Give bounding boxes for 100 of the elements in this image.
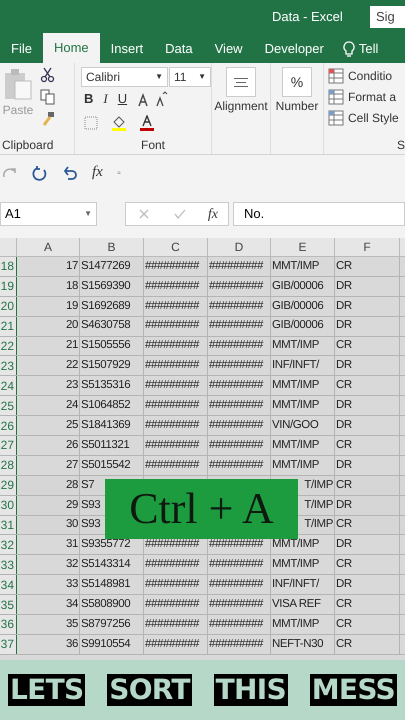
sign-in-button[interactable]: Sig (370, 6, 405, 28)
insert-function-button[interactable]: fx (92, 161, 103, 184)
table-cell-text: 21 (66, 338, 78, 354)
table-cell-text: MMT/IMP (272, 258, 320, 274)
row-header[interactable]: 21 (0, 316, 17, 336)
column-header[interactable]: C (144, 238, 208, 256)
row-header[interactable]: 22 (0, 336, 17, 356)
scissors-icon[interactable] (40, 67, 56, 83)
table-cell-text: ######### (209, 358, 263, 374)
ribbon-tab[interactable]: Insert (100, 35, 154, 63)
row-header[interactable]: 33 (0, 555, 17, 574)
italic-button[interactable]: I (103, 89, 108, 109)
font-color-icon[interactable] (139, 115, 155, 131)
row-header[interactable]: 26 (0, 416, 17, 436)
table-cell-text: GIB/00006 (272, 298, 324, 314)
row-header[interactable]: 20 (0, 296, 17, 316)
row-header[interactable]: 25 (0, 396, 17, 416)
group-label: Font (141, 137, 166, 154)
table-cell-text: ######### (145, 338, 199, 354)
table-cell-text: S9355772 (81, 537, 130, 552)
tell-me-button[interactable]: Tell (334, 35, 386, 63)
table-cell-text: MMT/IMP (272, 458, 320, 473)
underline-button[interactable]: U (118, 89, 128, 109)
bold-button[interactable]: B (84, 89, 94, 109)
table-cell-text: CR (336, 258, 352, 274)
table-cell-text: ######### (209, 278, 263, 294)
ribbon-tab[interactable]: Home (42, 33, 100, 63)
table-cell-text: CR (336, 438, 352, 453)
row-header[interactable]: 37 (0, 634, 17, 654)
row-header[interactable]: 18 (0, 257, 17, 276)
refresh-icon[interactable] (32, 164, 48, 180)
table-cell-text: MMT/IMP (272, 537, 320, 552)
table-cell-text: ######### (145, 577, 199, 592)
row-header[interactable]: 36 (0, 615, 17, 634)
number-button[interactable]: % Number (276, 67, 318, 115)
column-header[interactable]: B (80, 238, 144, 256)
ribbon-tab[interactable]: File (0, 35, 43, 63)
column-header[interactable]: E (271, 238, 335, 256)
name-box[interactable]: A1 ▼ (0, 202, 97, 226)
table-cell-text: S1064852 (81, 398, 130, 414)
table-cell-text: 22 (66, 358, 78, 374)
table-cell-text: NEFT-N30 (272, 636, 324, 652)
table-cell-text: MMT/IMP (272, 378, 320, 394)
table-cell-text: ######### (145, 378, 199, 394)
table-cell-text: ######### (145, 438, 199, 453)
table-cell-text: CR (336, 378, 352, 394)
alignment-button[interactable]: Alignment (214, 67, 268, 115)
table-cell-text: 19 (66, 298, 78, 314)
font-name-field[interactable]: Calibri ▼ (81, 67, 168, 87)
column-header[interactable]: F (335, 238, 400, 256)
insert-function-button[interactable]: fx (208, 204, 218, 224)
row-header[interactable]: 24 (0, 376, 17, 396)
row-header[interactable]: 34 (0, 575, 17, 594)
table-cell-text: ######### (209, 418, 263, 433)
ribbon-tab[interactable]: Developer (254, 35, 335, 63)
copy-icon[interactable] (40, 89, 56, 105)
row-header[interactable]: 32 (0, 535, 17, 554)
ribbon-tab[interactable]: Data (154, 35, 204, 63)
styles-button[interactable]: Format a (328, 88, 405, 106)
table-cell-text: 25 (66, 418, 78, 433)
row-header[interactable]: 29 (0, 476, 17, 495)
table-cell-text: INF/INFT/ (272, 577, 319, 592)
styles-button[interactable]: Cell Style (328, 109, 405, 127)
table-cell-text: ######### (209, 338, 263, 354)
styles-button[interactable]: Conditio (328, 67, 405, 85)
formula-field[interactable]: No. (233, 202, 405, 226)
row-header[interactable]: 28 (0, 456, 17, 475)
row-header[interactable]: 31 (0, 516, 17, 534)
borders-icon[interactable] (83, 115, 99, 131)
table-cell-text: 33 (66, 577, 78, 592)
fill-color-icon[interactable] (111, 115, 127, 131)
row-header[interactable]: 19 (0, 276, 17, 296)
table-cell-text: CR (336, 517, 352, 532)
table-cell-text: CR (336, 636, 352, 652)
table-cell-text: S1841369 (81, 418, 130, 433)
caret-icon: ▼ (155, 73, 163, 81)
table-icon[interactable] (328, 89, 344, 105)
table-cell-text: ######### (209, 537, 263, 552)
table-cell-text: ######### (145, 636, 199, 652)
table-icon[interactable] (328, 68, 344, 84)
column-header[interactable]: A (17, 238, 80, 256)
table-cell-text: ######### (145, 537, 199, 552)
ribbon-tab[interactable]: View (204, 35, 254, 63)
table-cell-text: S93 (81, 498, 100, 512)
row-header[interactable]: 23 (0, 356, 17, 376)
row-header[interactable]: 35 (0, 595, 17, 614)
column-header[interactable]: D (208, 238, 271, 256)
table-cell-text: DR (336, 318, 352, 334)
table-cell-text: ######### (145, 258, 199, 274)
table-cell-text: MMT/IMP (272, 616, 320, 632)
paintbrush-icon[interactable] (40, 111, 56, 127)
row-header[interactable]: 30 (0, 496, 17, 515)
table-cell-text: 18 (66, 278, 78, 294)
lightbulb-icon (342, 41, 355, 57)
row-header[interactable]: 27 (0, 436, 17, 455)
shortcut-banner: Ctrl + A (105, 479, 298, 539)
table-cell-text: ######### (209, 557, 263, 572)
table-icon[interactable] (328, 110, 344, 126)
undo-icon[interactable] (62, 164, 78, 180)
font-size-field[interactable]: 11 ▼ (169, 67, 211, 87)
